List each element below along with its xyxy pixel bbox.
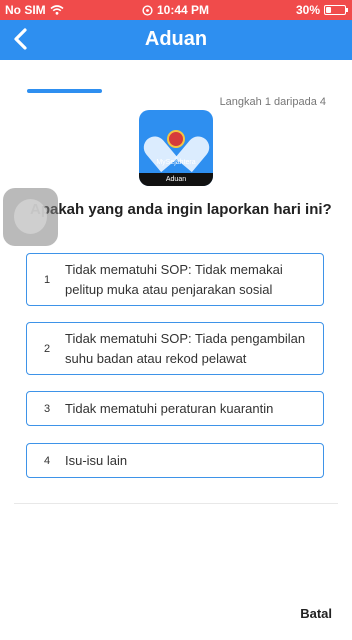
option-number: 1 [44,274,51,286]
header-bar: Aduan [0,20,352,60]
page-title: Aduan [144,28,208,50]
option-item-3[interactable]: 3 Tidak mematuhi peraturan kuarantin [26,391,324,426]
status-center: 10:44 PM [142,3,209,17]
cancel-button[interactable]: Batal [300,606,332,621]
logo-footer: Aduan [139,173,213,186]
option-item-4[interactable]: 4 Isu-isu lain [26,443,324,478]
app-logo: MySejahtera Aduan [139,110,213,186]
alarm-icon [142,4,153,16]
option-number: 2 [44,343,51,355]
option-label: Tidak mematuhi peraturan kuarantin [65,401,274,416]
status-left: No SIM [5,3,64,17]
option-label: Isu-isu lain [65,453,128,468]
option-item-2[interactable]: 2 Tidak mematuhi SOP: Tiada pengambilan … [26,322,324,375]
step-indicator: Langkah 1 daripada 4 [219,96,326,108]
question-heading: Apakah yang anda ingin laporkan hari ini… [30,201,332,218]
option-number: 3 [44,403,51,415]
carrier-text: No SIM [5,3,46,17]
battery-percent: 30% [295,3,320,17]
option-number: 4 [44,455,51,467]
option-label: Tidak mematuhi SOP: Tiada pengambilan su… [65,331,306,366]
touch-indicator [3,188,58,246]
wifi-icon [50,5,64,15]
clock-text: 10:44 PM [157,3,210,17]
option-label: Tidak mematuhi SOP: Tidak memakai pelitu… [65,262,283,297]
option-item-1[interactable]: 1 Tidak mematuhi SOP: Tidak memakai peli… [26,253,324,306]
progress-bar [27,89,102,93]
crest-icon [167,130,185,148]
status-bar: No SIM 10:44 PM 30% [0,0,352,20]
status-right: 30% [295,3,348,17]
battery-icon [324,5,348,15]
divider [14,503,338,504]
logo-app-name: MySejahtera [156,159,196,166]
